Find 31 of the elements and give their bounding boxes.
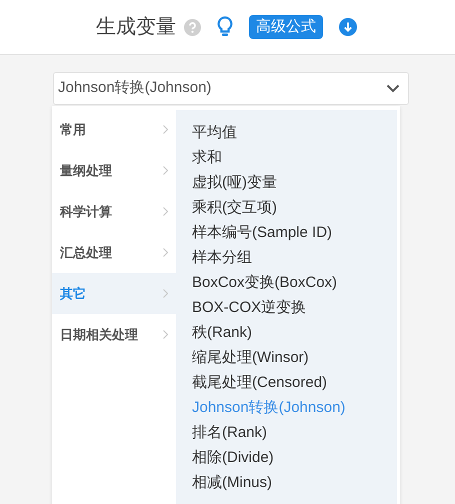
page-title: 生成变量 (96, 15, 176, 40)
category-item[interactable]: 日期相关处理 (52, 314, 176, 355)
option-item[interactable]: 相减(Minus) (176, 470, 397, 495)
option-item[interactable]: 乘积(交互项) (176, 195, 397, 220)
option-item[interactable]: 虚拟(哑)变量 (176, 170, 397, 195)
chevron-down-icon (386, 84, 400, 93)
category-item[interactable]: 汇总处理 (52, 232, 176, 273)
option-item[interactable]: 截尾处理(Censored) (176, 370, 397, 395)
chevron-right-icon (163, 289, 168, 298)
option-item[interactable]: 求和 (176, 145, 397, 170)
option-item[interactable]: 平均值 (176, 120, 397, 145)
option-item[interactable]: 秩(Rank) (176, 320, 397, 345)
lightbulb-icon[interactable] (217, 16, 233, 38)
chevron-right-icon (163, 125, 168, 134)
chevron-right-icon (163, 166, 168, 175)
option-item[interactable]: 样本分组 (176, 245, 397, 270)
category-item[interactable]: 量纲处理 (52, 150, 176, 191)
option-item[interactable]: BOX-COX逆变换 (176, 295, 397, 320)
download-icon[interactable] (339, 18, 357, 36)
option-item[interactable]: 相除(Divide) (176, 445, 397, 470)
option-item[interactable]: 排名(Rank) (176, 420, 397, 445)
formula-select[interactable]: Johnson转换(Johnson) (53, 72, 409, 105)
option-item[interactable]: 缩尾处理(Winsor) (176, 345, 397, 370)
option-item[interactable]: BoxCox变换(BoxCox) (176, 270, 397, 295)
option-item[interactable]: 样本编号(Sample ID) (176, 220, 397, 245)
advanced-formula-button[interactable]: 高级公式 (249, 15, 323, 39)
chevron-right-icon (163, 207, 168, 216)
category-item[interactable]: 科学计算 (52, 191, 176, 232)
chevron-right-icon (163, 248, 168, 257)
chevron-right-icon (163, 330, 168, 339)
category-item[interactable]: 常用 (52, 109, 176, 150)
